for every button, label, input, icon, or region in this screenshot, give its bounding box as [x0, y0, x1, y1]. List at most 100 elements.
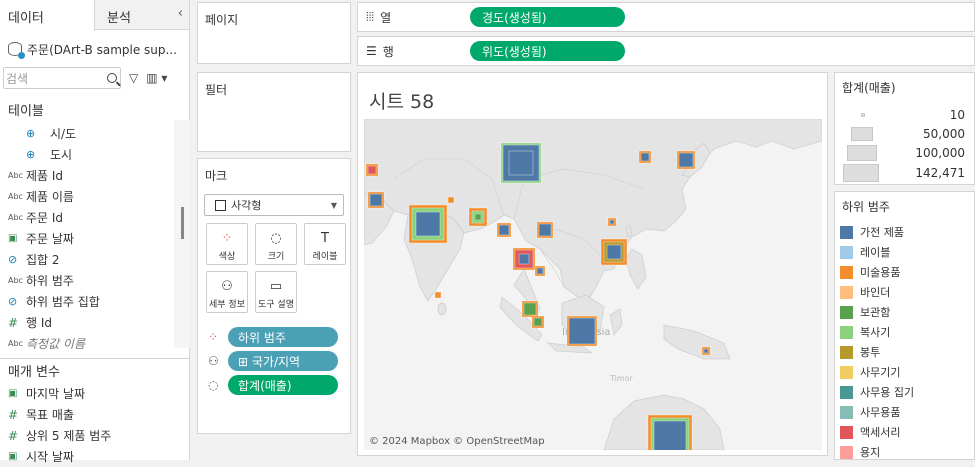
landmass-srilanka: [437, 302, 447, 316]
marks-card: 마크 사각형 ▼ ⁘ 색상 ◌ 크기 T 레이블 ⚇ 세부 정보 ▭ 도구 설명…: [197, 158, 351, 434]
legend-item[interactable]: 복사기: [840, 322, 890, 342]
label-button[interactable]: T 레이블: [304, 223, 346, 265]
datasource-item[interactable]: 주문(DArt-B sample sup...: [0, 30, 189, 62]
map-mark[interactable]: [676, 150, 696, 170]
legend-item[interactable]: 봉투: [840, 342, 880, 362]
legend-swatch: [840, 365, 853, 379]
parameter-list: ▣ 마지막 날짜 # 목표 매출 # 상위 5 제품 범주 ▣ 시작 날짜: [0, 383, 189, 467]
map-mark[interactable]: [434, 291, 442, 299]
map-mark[interactable]: [531, 315, 545, 329]
map-mark[interactable]: [534, 265, 546, 277]
sales-sum-pill[interactable]: 합계(매출): [228, 375, 338, 395]
legend-swatch: [840, 245, 853, 259]
map-mark[interactable]: [701, 346, 711, 356]
scrollbar-thumb[interactable]: [181, 207, 184, 239]
field-item[interactable]: ▣ 마지막 날짜: [0, 383, 189, 404]
map-mark[interactable]: [607, 217, 617, 227]
map-view[interactable]: Indonesia Timor © 2024 Mapbox © OpenStre…: [364, 119, 822, 450]
view-options-icon[interactable]: ▥ ▾: [146, 71, 167, 85]
collapse-pane-icon[interactable]: ‹: [178, 6, 183, 21]
calendar-icon: ▣: [8, 388, 18, 399]
field-item[interactable]: ⊕ 시/도: [0, 123, 189, 144]
mark-square: [508, 150, 534, 176]
legend-item[interactable]: 용지: [840, 442, 881, 459]
field-item[interactable]: Abc 측정값 이름: [0, 333, 189, 354]
map-mark[interactable]: [647, 414, 693, 450]
tooltip-button[interactable]: ▭ 도구 설명: [255, 271, 297, 313]
legend-swatch: [840, 265, 853, 279]
columns-label: 열: [380, 10, 392, 25]
map-mark[interactable]: [408, 204, 448, 244]
size-legend[interactable]: 합계(매출) 10 50,000 100,000 142,471: [834, 72, 975, 185]
subcategory-pill[interactable]: 하위 범주: [228, 327, 338, 347]
map-mark[interactable]: [500, 142, 542, 184]
field-item[interactable]: # 상위 5 제품 범주: [0, 425, 189, 446]
map-mark[interactable]: [447, 196, 455, 204]
field-item[interactable]: Abc 주문 Id: [0, 207, 189, 228]
columns-label-wrap: ⦙⦙⦙ 열: [358, 9, 470, 26]
latitude-pill[interactable]: 위도(생성됨): [470, 41, 625, 61]
field-item[interactable]: ▣ 시작 날짜: [0, 446, 189, 467]
mark-type-dropdown[interactable]: 사각형 ▼: [204, 194, 344, 216]
map-mark[interactable]: [536, 221, 554, 239]
rows-shelf[interactable]: ☰ 행 위도(생성됨): [357, 36, 975, 66]
field-label: 집합 2: [26, 253, 60, 267]
map-mark[interactable]: [367, 191, 385, 209]
country-pill[interactable]: ⊞ 국가/지역: [228, 351, 338, 371]
legend-label: 용지: [860, 446, 881, 459]
marks-color-field[interactable]: ⁘ 하위 범주: [208, 327, 343, 347]
detail-button[interactable]: ⚇ 세부 정보: [206, 271, 248, 313]
map-mark[interactable]: [638, 150, 652, 164]
search-input[interactable]: 검색: [3, 67, 121, 89]
legend-item[interactable]: 가전 제품: [840, 222, 904, 242]
field-item[interactable]: ⊘ 집합 2: [0, 249, 189, 270]
legend-item[interactable]: 보관함: [840, 302, 890, 322]
color-palette-icon: ⁘: [221, 231, 233, 246]
legend-item[interactable]: 미술용품: [840, 262, 900, 282]
map-mark[interactable]: [512, 247, 536, 271]
tab-analytics[interactable]: 분석: [95, 0, 175, 29]
legend-item[interactable]: 사무기기: [840, 362, 900, 382]
abc-icon: Abc: [8, 192, 23, 201]
map-mark[interactable]: [496, 222, 512, 238]
pages-shelf[interactable]: 페이지: [197, 2, 351, 64]
abc-icon: Abc: [8, 213, 23, 222]
field-item[interactable]: Abc 제품 Id: [0, 165, 189, 186]
legend-item[interactable]: 액세서리: [840, 422, 900, 442]
columns-shelf[interactable]: ⦙⦙⦙ 열 경도(생성됨): [357, 2, 975, 32]
map-mark[interactable]: [365, 163, 379, 177]
tab-data[interactable]: 데이터: [0, 0, 95, 31]
size-button[interactable]: ◌ 크기: [255, 223, 297, 265]
size-value: 10: [949, 107, 965, 122]
mark-square: [533, 317, 543, 327]
marks-size-field[interactable]: ◌ 합계(매출): [208, 375, 343, 395]
legend-item[interactable]: 사무용품: [840, 402, 900, 422]
filter-icon[interactable]: ▽: [129, 71, 138, 85]
map-mark[interactable]: [600, 238, 628, 266]
field-label: 제품 Id: [26, 169, 64, 183]
map-mark[interactable]: [521, 300, 539, 318]
longitude-pill[interactable]: 경도(생성됨): [470, 7, 625, 27]
abc-icon: Abc: [8, 171, 23, 180]
field-item[interactable]: Abc 하위 범주: [0, 270, 189, 291]
color-button[interactable]: ⁘ 색상: [206, 223, 248, 265]
field-item[interactable]: Abc 제품 이름: [0, 186, 189, 207]
field-label: 하위 범주 집합: [26, 295, 100, 309]
field-item[interactable]: # 행 Id: [0, 312, 189, 333]
legend-item[interactable]: 바인더: [840, 282, 890, 302]
tooltip-bubble-icon: ▭: [269, 279, 283, 294]
map-place-label: Timor: [609, 374, 634, 383]
search-placeholder: 검색: [6, 71, 29, 86]
legend-item[interactable]: 레이블: [840, 242, 890, 262]
field-item[interactable]: # 목표 매출: [0, 404, 189, 425]
legend-item[interactable]: 사무용 집기: [840, 382, 914, 402]
map-mark[interactable]: [468, 207, 488, 227]
color-legend[interactable]: 하위 범주 가전 제품 레이블 미술용품 바인더 보관함 복사기 봉투 사무기기 사무용 집기 사…: [834, 191, 975, 460]
marks-detail-field[interactable]: ⚇ ⊞ 국가/지역: [208, 351, 343, 371]
field-item[interactable]: ⊕ 도시: [0, 144, 189, 165]
field-item[interactable]: ⊘ 하위 범주 집합: [0, 291, 189, 312]
filters-shelf[interactable]: 필터: [197, 72, 351, 152]
legend-label: 복사기: [860, 326, 891, 339]
map-mark[interactable]: [566, 315, 598, 347]
field-item[interactable]: ▣ 주문 날짜: [0, 228, 189, 249]
